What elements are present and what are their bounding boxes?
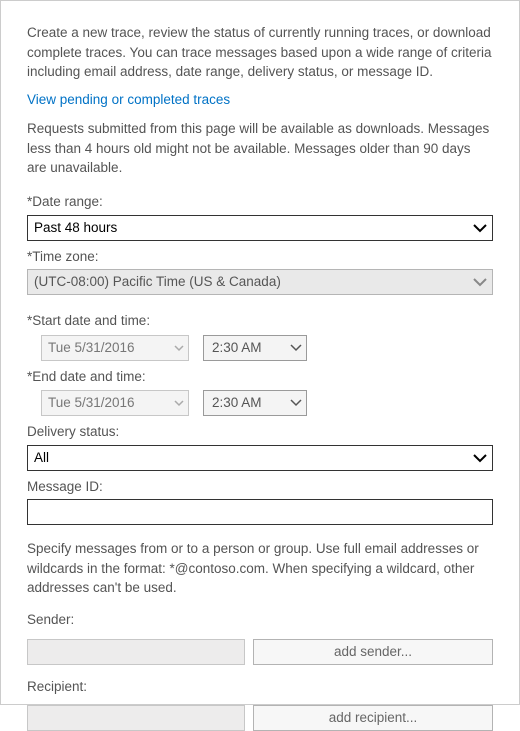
end-date-value: Tue 5/31/2016	[48, 393, 135, 413]
chevron-down-icon	[174, 344, 184, 352]
message-id-label: Message ID:	[27, 477, 493, 497]
sender-label: Sender:	[27, 610, 493, 630]
view-pending-link[interactable]: View pending or completed traces	[27, 90, 493, 110]
message-id-input[interactable]	[27, 499, 493, 525]
start-date-value: Tue 5/31/2016	[48, 338, 135, 358]
end-time-value: 2:30 AM	[212, 393, 262, 413]
start-date-picker[interactable]: Tue 5/31/2016	[41, 335, 189, 361]
time-zone-label: *Time zone:	[27, 247, 493, 267]
time-zone-select[interactable]: (UTC-08:00) Pacific Time (US & Canada)	[27, 269, 493, 295]
intro-text: Create a new trace, review the status of…	[27, 23, 493, 82]
start-dt-label: *Start date and time:	[27, 311, 493, 331]
start-time-value: 2:30 AM	[212, 338, 262, 358]
chevron-down-icon	[472, 222, 488, 234]
delivery-status-select[interactable]: All	[27, 445, 493, 471]
chevron-down-icon	[174, 399, 184, 407]
requests-note: Requests submitted from this page will b…	[27, 119, 493, 178]
delivery-status-label: Delivery status:	[27, 422, 493, 442]
chevron-down-icon	[472, 276, 488, 288]
recipient-input[interactable]	[27, 705, 245, 731]
add-recipient-button[interactable]: add recipient...	[253, 705, 493, 731]
specify-note: Specify messages from or to a person or …	[27, 539, 493, 598]
delivery-status-value: All	[34, 448, 49, 468]
date-range-value: Past 48 hours	[34, 218, 117, 238]
date-range-select[interactable]: Past 48 hours	[27, 215, 493, 241]
chevron-down-icon	[472, 452, 488, 464]
end-time-picker[interactable]: 2:30 AM	[203, 390, 307, 416]
start-time-picker[interactable]: 2:30 AM	[203, 335, 307, 361]
chevron-down-icon	[290, 398, 302, 408]
sender-input[interactable]	[27, 639, 245, 665]
chevron-down-icon	[290, 343, 302, 353]
time-zone-value: (UTC-08:00) Pacific Time (US & Canada)	[34, 272, 281, 292]
add-sender-button[interactable]: add sender...	[253, 639, 493, 665]
end-date-picker[interactable]: Tue 5/31/2016	[41, 390, 189, 416]
recipient-label: Recipient:	[27, 677, 493, 697]
end-dt-label: *End date and time:	[27, 367, 493, 387]
date-range-label: *Date range:	[27, 192, 493, 212]
